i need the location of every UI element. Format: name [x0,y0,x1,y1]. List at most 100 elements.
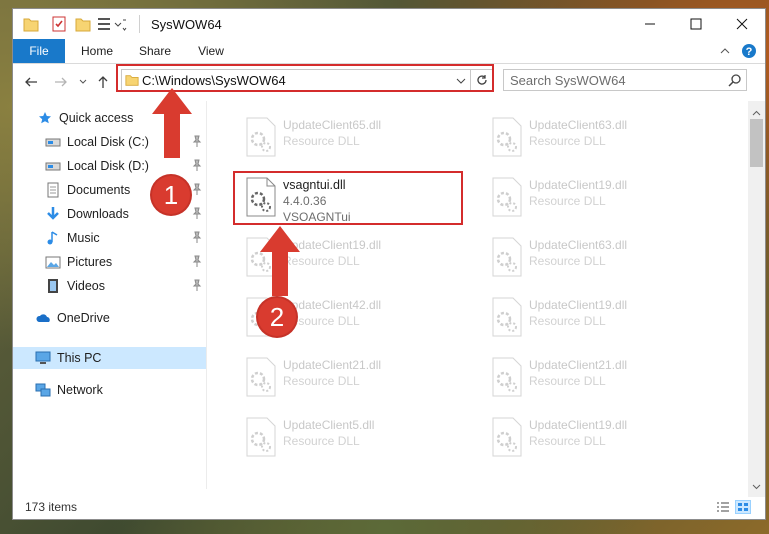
ribbon-tabs: File Home Share View ? [13,39,765,64]
file-name: UpdateClient21.dll [529,358,628,372]
tab-file[interactable]: File [13,39,65,63]
sidebar-item-label: Music [67,231,100,245]
file-tile[interactable]: UpdateClient21.dll Resource DLL [233,349,463,407]
network-icon [35,382,51,398]
tab-home[interactable]: Home [71,39,123,63]
file-type: Resource DLL [529,134,606,148]
dll-file-icon [491,237,523,280]
drive-icon [45,158,61,174]
file-tile[interactable]: UpdateClient5.dll Resource DLL [233,409,463,467]
file-name: UpdateClient42.dll [283,298,382,312]
file-tile[interactable]: UpdateClient19.dll Resource DLL [479,409,709,467]
search-input[interactable] [510,72,718,88]
file-name: UpdateClient63.dll [529,118,628,132]
sidebar-item-label: Videos [67,279,105,293]
arrow-up-icon [152,88,192,158]
forward-button[interactable] [53,74,69,90]
title-bar: SysWOW64 [13,9,765,39]
up-button[interactable] [95,74,111,90]
documents-icon [45,182,61,198]
properties-icon[interactable] [51,15,67,33]
dll-file-icon [491,357,523,400]
step-1-badge: 1 [152,176,190,214]
tab-share[interactable]: Share [129,39,181,63]
svg-text:?: ? [746,46,753,58]
file-tile[interactable]: UpdateClient65.dll Resource DLL [233,109,463,167]
pin-icon[interactable] [192,159,202,174]
recent-locations-chevron-icon[interactable] [75,74,91,90]
file-tile[interactable]: UpdateClient19.dll Resource DLL [479,289,709,347]
pin-icon[interactable] [192,279,202,294]
back-button[interactable] [23,74,39,90]
search-icon[interactable] [728,73,742,90]
expand-ribbon-icon[interactable] [719,45,731,60]
sidebar-item-label: Quick access [59,111,134,125]
sidebar-item-onedrive[interactable]: OneDrive [35,307,206,329]
scroll-up-icon[interactable] [752,105,761,119]
file-type: Resource DLL [529,374,606,388]
vertical-scrollbar[interactable] [748,101,765,497]
file-name: UpdateClient19.dll [529,298,628,312]
file-tile[interactable]: UpdateClient63.dll Resource DLL [479,109,709,167]
item-count: 173 items [25,500,78,514]
star-icon [37,110,53,126]
sidebar-item-local-disk-d[interactable]: Local Disk (D:) [45,155,206,177]
dll-file-icon [245,417,277,460]
file-type: Resource DLL [283,374,360,388]
scroll-down-icon[interactable] [752,479,761,493]
dll-file-icon [491,297,523,340]
folder-icon [23,15,39,33]
pin-icon[interactable] [192,255,202,270]
status-bar: 173 items [13,495,765,519]
sidebar-item-music[interactable]: Music [45,227,206,249]
window-title: SysWOW64 [151,17,222,32]
sidebar-item-label: Pictures [67,255,113,269]
sidebar-item-pictures[interactable]: Pictures [45,251,206,273]
customize-toolbar-icon[interactable] [97,15,127,33]
dll-file-icon [491,177,523,220]
file-tile[interactable]: UpdateClient63.dll Resource DLL [479,229,709,287]
file-name: UpdateClient63.dll [529,238,628,252]
pin-icon[interactable] [192,231,202,246]
file-name: UpdateClient19.dll [529,418,628,432]
file-type: Resource DLL [529,254,606,268]
tiles-view-icon[interactable] [735,500,751,514]
dll-file-icon [491,117,523,160]
tab-view[interactable]: View [187,39,235,63]
new-folder-icon[interactable] [75,15,91,33]
file-name: UpdateClient19.dll [529,178,628,192]
drive-icon [45,134,61,150]
sidebar-item-this-pc[interactable]: This PC [13,347,206,369]
file-type: Resource DLL [529,314,606,328]
file-tile[interactable]: UpdateClient21.dll Resource DLL [479,349,709,407]
file-type: Resource DLL [283,134,360,148]
sidebar-item-network[interactable]: Network [35,379,206,401]
file-type: Resource DLL [529,194,606,208]
file-tile[interactable]: UpdateClient19.dll Resource DLL [479,169,709,227]
highlight-box-file [233,171,463,225]
title-separator [139,15,140,33]
file-name: UpdateClient65.dll [283,118,382,132]
music-icon [45,230,61,246]
file-name: UpdateClient21.dll [283,358,382,372]
close-button[interactable] [719,9,765,39]
scrollbar-thumb[interactable] [750,119,763,167]
sidebar-item-videos[interactable]: Videos [45,275,206,297]
file-type: Resource DLL [529,434,606,448]
search-box [503,69,747,91]
dll-file-icon [245,117,277,160]
sidebar-item-label: OneDrive [57,311,110,325]
sidebar-item-label: Network [57,383,103,397]
details-view-icon[interactable] [715,500,731,514]
videos-icon [45,278,61,294]
help-icon[interactable]: ? [741,43,757,62]
file-name: UpdateClient5.dll [283,418,375,432]
pin-icon[interactable] [192,207,202,222]
pin-icon[interactable] [192,183,202,198]
computer-icon [35,350,51,366]
step-2-badge: 2 [258,298,296,336]
maximize-button[interactable] [673,9,719,39]
sidebar-item-label: Local Disk (D:) [67,159,149,173]
minimize-button[interactable] [627,9,673,39]
file-type: Resource DLL [283,434,360,448]
